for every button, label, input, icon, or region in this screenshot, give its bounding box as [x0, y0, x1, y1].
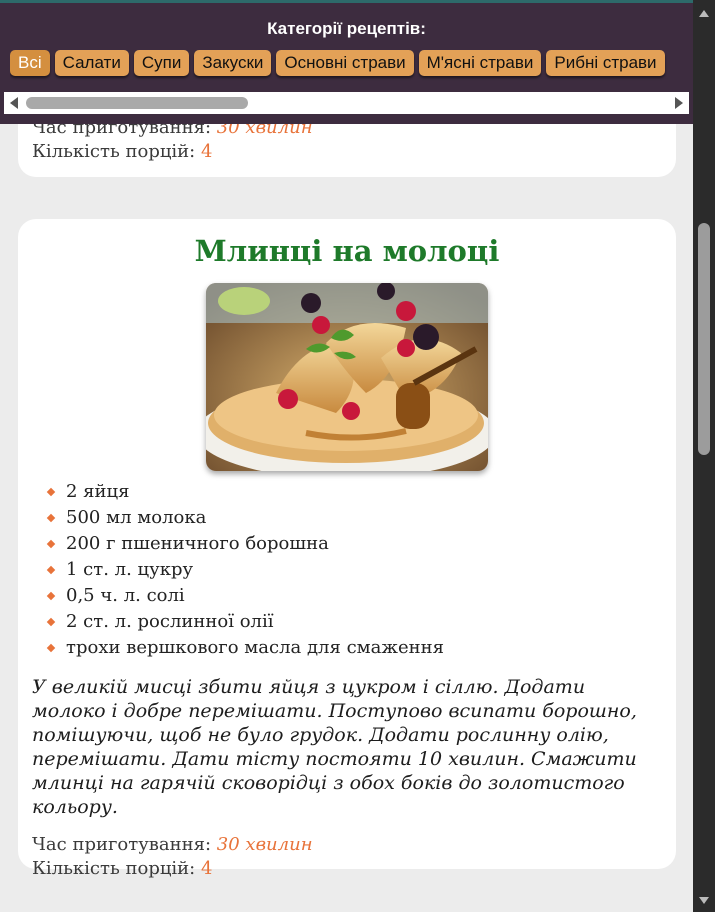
servings-label: Кількість порцій: [32, 141, 196, 162]
cook-time-value: 30 хвилин [216, 834, 313, 855]
servings-value: 4 [200, 858, 213, 879]
vertical-scroll-thumb[interactable] [698, 223, 710, 455]
ingredient-item: 500 мл молока [48, 505, 676, 531]
recipe-card: Млинці на молоці 2 яйця 500 мл молока 20… [18, 219, 676, 879]
servings-line: Кількість порцій: 4 [32, 857, 676, 881]
category-button-fish-dishes[interactable]: Рибні страви [546, 50, 665, 76]
ingredient-item: трохи вершкового масла для смаження [48, 635, 676, 661]
servings-label: Кількість порцій: [32, 858, 196, 879]
category-horizontal-scrollbar[interactable] [4, 92, 689, 114]
ingredient-item: 2 яйця [48, 479, 676, 505]
pancakes-image [206, 283, 488, 471]
scroll-up-icon[interactable] [699, 10, 709, 17]
category-button-soups[interactable]: Супи [133, 50, 190, 76]
page-vertical-scrollbar[interactable] [693, 0, 715, 912]
recipe-meta: Час приготування: 30 хвилин Кількість по… [18, 833, 676, 881]
category-button-salads[interactable]: Салати [54, 50, 129, 76]
ingredient-item: 2 ст. л. рослинної олії [48, 609, 676, 635]
category-header: Категорії рецептів: Всі Салати Супи Закуски… [0, 0, 693, 124]
servings-line: Кількість порцій: 4 [32, 140, 676, 164]
category-title: Категорії рецептів: [267, 19, 426, 38]
ingredient-item: 0,5 ч. л. солі [48, 583, 676, 609]
scroll-left-icon[interactable] [10, 97, 18, 109]
category-button-main-dishes[interactable]: Основні страви [276, 50, 414, 76]
cook-time-line: Час приготування: 30 хвилин [32, 833, 676, 857]
cook-time-label: Час приготування: [32, 834, 212, 855]
category-button-meat-dishes[interactable]: М'ясні страви [418, 50, 542, 76]
category-button-appetizers[interactable]: Закуски [194, 50, 272, 76]
horizontal-scroll-thumb[interactable] [26, 97, 248, 109]
scroll-down-icon[interactable] [699, 897, 709, 904]
ingredients-list: 2 яйця 500 мл молока 200 г пшеничного бо… [18, 479, 676, 661]
ingredient-item: 1 ст. л. цукру [48, 557, 676, 583]
ingredient-item: 200 г пшеничного борошна [48, 531, 676, 557]
recipe-instructions: У великій мисці збити яйця з цукром і сі… [32, 676, 637, 818]
category-button-strip: Всі Салати Супи Закуски Основні страви М'ясні… [10, 50, 693, 82]
category-button-all[interactable]: Всі [10, 50, 50, 76]
recipes-page: Час приготування: 30 хвилин Кількість по… [0, 0, 693, 912]
recipe-title: Млинці на молоці [194, 234, 500, 268]
scroll-right-icon[interactable] [675, 97, 683, 109]
servings-value: 4 [200, 141, 213, 162]
recipe-photo [206, 283, 488, 471]
